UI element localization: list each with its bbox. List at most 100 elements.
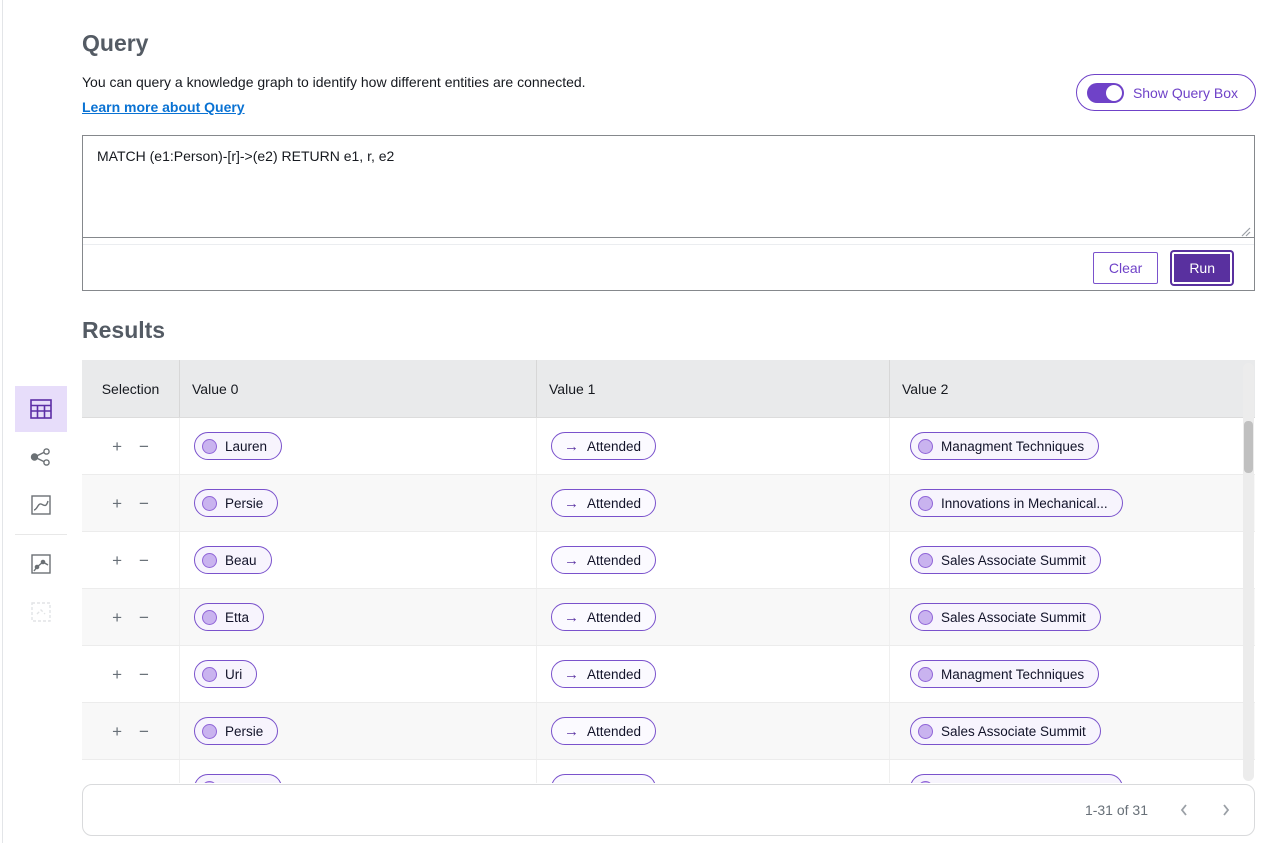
value0-cell: Etta xyxy=(180,589,537,645)
remove-selection-button[interactable]: − xyxy=(139,552,149,569)
table-view-button[interactable] xyxy=(15,386,67,432)
value1-pill-label: Attended xyxy=(587,495,642,511)
run-button[interactable]: Run xyxy=(1172,251,1232,284)
relation-pill[interactable]: → Attended xyxy=(551,489,657,517)
toggle-switch-icon xyxy=(1086,82,1124,103)
add-selection-button[interactable]: + xyxy=(112,495,122,512)
results-title: Results xyxy=(82,317,166,343)
chart-view-button[interactable] xyxy=(15,482,67,528)
value0-pill-label: Persie xyxy=(225,495,264,511)
entity-pill[interactable]: Persie xyxy=(194,717,279,745)
value1-pill-label: Attended xyxy=(587,666,642,682)
relation-pill[interactable]: → Attended xyxy=(551,660,657,688)
relation-pill[interactable]: → Attended xyxy=(551,717,657,745)
entity-pill[interactable]: Managment Techniques xyxy=(910,432,1100,460)
selection-cell: + − xyxy=(82,646,180,702)
node-icon xyxy=(202,438,217,454)
add-selection-button[interactable]: + xyxy=(112,666,122,683)
remove-selection-button[interactable]: − xyxy=(139,609,149,626)
entity-pill[interactable]: Managment Techniques xyxy=(910,660,1100,688)
next-page-button[interactable] xyxy=(1220,803,1232,817)
relation-pill[interactable]: → Attended xyxy=(551,774,657,784)
query-description: You can query a knowledge graph to ident… xyxy=(82,74,586,90)
sidebar-divider xyxy=(15,534,67,535)
value1-cell: → Attended xyxy=(537,703,890,759)
value2-pill-label: Sales Associate Summit xyxy=(941,609,1086,625)
node-icon xyxy=(918,495,933,511)
graph-view-button[interactable] xyxy=(15,434,67,480)
value1-cell: → Attended xyxy=(537,760,890,783)
map-view-button[interactable] xyxy=(15,541,67,587)
add-selection-button[interactable]: + xyxy=(112,780,122,784)
value0-cell: Lauren xyxy=(180,418,537,474)
entity-pill[interactable]: Innovations in Mechanical... xyxy=(910,489,1123,517)
entity-pill[interactable]: Lauren xyxy=(194,774,283,783)
entity-pill[interactable]: Sales Associate Summit xyxy=(910,603,1101,631)
table-row: + − Lauren → Attended Innovations in Mec… xyxy=(82,760,1255,783)
table-row: + − Uri → Attended Managment Techniques xyxy=(82,646,1255,703)
entity-pill[interactable]: Lauren xyxy=(194,432,283,460)
node-icon xyxy=(918,609,933,625)
value2-cell: Managment Techniques xyxy=(890,646,1255,702)
selection-cell: + − xyxy=(82,703,180,759)
table-row: + − Persie → Attended Innovations in Mec… xyxy=(82,475,1255,532)
remove-selection-button[interactable]: − xyxy=(139,780,149,784)
arrow-right-icon: → xyxy=(564,437,579,455)
value0-pill-label: Etta xyxy=(225,609,250,625)
selection-cell: + − xyxy=(82,589,180,645)
relation-pill[interactable]: → Attended xyxy=(551,603,657,631)
entity-pill[interactable]: Innovations in Mechanical... xyxy=(910,774,1123,783)
value2-cell: Sales Associate Summit xyxy=(890,589,1255,645)
entity-pill[interactable]: Persie xyxy=(194,489,279,517)
selection-cell: + − xyxy=(82,760,180,783)
entity-pill[interactable]: Uri xyxy=(194,660,258,688)
value0-pill-label: Persie xyxy=(225,723,264,739)
table-view-icon xyxy=(30,399,52,419)
value0-pill-label: Uri xyxy=(225,666,243,682)
entity-pill[interactable]: Sales Associate Summit xyxy=(910,717,1101,745)
scrollbar-thumb[interactable] xyxy=(1244,421,1253,473)
graph-view-icon xyxy=(30,447,52,467)
node-icon xyxy=(202,552,217,568)
table-row: + − Lauren → Attended Managment Techniqu… xyxy=(82,418,1255,475)
show-query-box-toggle[interactable]: Show Query Box xyxy=(1075,74,1256,111)
add-selection-button[interactable]: + xyxy=(112,609,122,626)
entity-pill[interactable]: Sales Associate Summit xyxy=(910,546,1101,574)
previous-page-button[interactable] xyxy=(1178,803,1190,817)
value2-cell: Sales Associate Summit xyxy=(890,532,1255,588)
query-input[interactable]: MATCH (e1:Person)-[r]->(e2) RETURN e1, r… xyxy=(83,136,1254,238)
resize-handle-icon[interactable] xyxy=(1240,224,1251,242)
column-header-value1: Value 1 xyxy=(537,360,890,417)
add-selection-button[interactable]: + xyxy=(112,438,122,455)
remove-selection-button[interactable]: − xyxy=(139,438,149,455)
relation-pill[interactable]: → Attended xyxy=(551,546,657,574)
entity-pill[interactable]: Beau xyxy=(194,546,272,574)
value1-cell: → Attended xyxy=(537,475,890,531)
arrow-right-icon: → xyxy=(564,551,579,569)
add-selection-button[interactable]: + xyxy=(112,552,122,569)
value2-cell: Innovations in Mechanical... xyxy=(890,760,1255,783)
arrow-right-icon: → xyxy=(564,781,579,784)
empty-view-icon xyxy=(31,602,51,622)
remove-selection-button[interactable]: − xyxy=(139,666,149,683)
value2-cell: Innovations in Mechanical... xyxy=(890,475,1255,531)
node-icon xyxy=(202,609,217,625)
table-row: + − Etta → Attended Sales Associate Summ… xyxy=(82,589,1255,646)
entity-pill[interactable]: Etta xyxy=(194,603,265,631)
relation-pill[interactable]: → Attended xyxy=(551,432,657,460)
remove-selection-button[interactable]: − xyxy=(139,723,149,740)
results-table-body: + − Lauren → Attended Managment Techniqu… xyxy=(82,418,1255,783)
learn-more-link[interactable]: Learn more about Query xyxy=(82,99,245,115)
arrow-right-icon: → xyxy=(564,494,579,512)
value2-pill-label: Managment Techniques xyxy=(941,666,1085,682)
add-selection-button[interactable]: + xyxy=(112,723,122,740)
query-toolbar: Clear Run xyxy=(83,244,1254,290)
results-table: Selection Value 0 Value 1 Value 2 + − La… xyxy=(82,360,1255,783)
pagination-bar: 1-31 of 31 xyxy=(82,784,1255,836)
node-icon xyxy=(918,552,933,568)
query-page: Query You can query a knowledge graph to… xyxy=(0,0,1269,843)
clear-button[interactable]: Clear xyxy=(1092,251,1159,284)
table-scrollbar[interactable] xyxy=(1243,363,1254,781)
value1-pill-label: Attended xyxy=(587,438,642,454)
remove-selection-button[interactable]: − xyxy=(139,495,149,512)
